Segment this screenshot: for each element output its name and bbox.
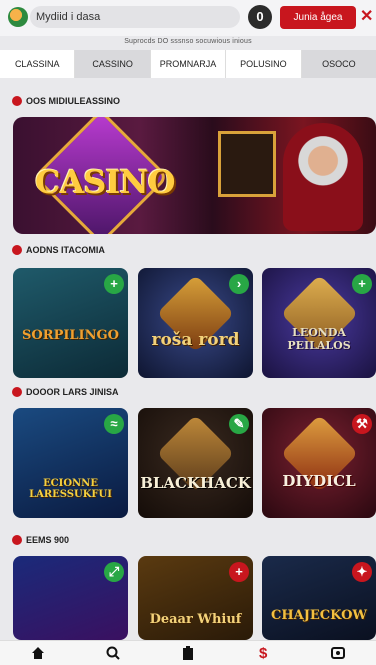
section-title: DOOOR LARS JINISA <box>12 387 119 397</box>
section-title: EEMS 900 <box>12 535 69 545</box>
plus-icon[interactable]: + <box>229 562 249 582</box>
user-button[interactable]: 0 <box>248 5 272 29</box>
casino-banner[interactable]: CASINO <box>13 117 376 234</box>
section-title-text: AODNS ITACOMIA <box>26 245 105 255</box>
game-title: LEONDA PEILALOS <box>287 326 351 352</box>
queen-character-image <box>283 123 363 231</box>
dollar-icon[interactable]: $ <box>253 643 273 663</box>
game-title: ECIONNE LARESSUKFUI <box>29 478 112 500</box>
plus-icon[interactable]: + <box>104 274 124 294</box>
game-card[interactable]: ≈ ECIONNE LARESSUKFUI <box>13 408 128 518</box>
slot-machine-image <box>218 131 276 197</box>
pin-icon[interactable]: ✎ <box>229 414 249 434</box>
tab-osoco[interactable]: OSOCO <box>301 50 376 78</box>
game-title: BLACKHACK <box>140 474 251 492</box>
section-dot-icon <box>12 387 22 397</box>
section-title-text: EEMS 900 <box>26 535 70 545</box>
section-title-text: DOOOR LARS JINISA <box>26 387 119 397</box>
game-title: DIYDICL <box>282 472 356 490</box>
tagline: Suprocds DO sssnso socuwious inious <box>124 38 252 45</box>
game-card[interactable]: ✎ BLACKHACK <box>138 408 253 518</box>
tab-polusino[interactable]: POLUSINO <box>226 50 302 78</box>
section-dot-icon <box>12 96 22 106</box>
home-icon[interactable] <box>28 643 48 663</box>
section-title: AODNS ITACOMIA <box>12 245 105 255</box>
top-bar: Mydiid i dasa 0 Junia ågea ✕ <box>0 0 376 36</box>
game-card[interactable]: ⤢ <box>13 556 128 640</box>
chevron-right-icon[interactable]: › <box>229 274 249 294</box>
game-title: CHAJECKOW <box>271 608 367 623</box>
game-card[interactable]: + Deaar Whiuf <box>138 556 253 640</box>
section-title: OOS MIDIULEASSINO <box>12 96 120 106</box>
tab-promnarja[interactable]: PROMNARJA <box>151 50 227 78</box>
search-icon[interactable] <box>103 643 123 663</box>
tab-cassino[interactable]: CASSINO <box>75 50 151 78</box>
game-title: SORPILINGO <box>22 328 119 343</box>
game-card[interactable]: ✦ CHAJECKOW <box>262 556 376 640</box>
brand-logo[interactable] <box>8 7 28 27</box>
hammer-icon[interactable]: ⚒ <box>352 414 372 434</box>
game-title: Deaar Whiuf <box>149 612 242 627</box>
game-card[interactable]: ⚒ DIYDICL <box>262 408 376 518</box>
flame-icon[interactable]: ✦ <box>352 562 372 582</box>
bottom-nav: $ <box>0 640 376 665</box>
section-title-text: OOS MIDIULEASSINO <box>26 96 121 106</box>
section-dot-icon <box>12 535 22 545</box>
game-card[interactable]: › roša rord <box>138 268 253 378</box>
plus-icon[interactable]: + <box>352 274 372 294</box>
game-card[interactable]: + LEONDA PEILALOS <box>262 268 376 378</box>
banner-title: CASINO <box>35 163 175 201</box>
clipboard-icon[interactable] <box>178 643 198 663</box>
game-title: roša rord <box>151 330 240 350</box>
game-card[interactable]: + SORPILINGO <box>13 268 128 378</box>
profile-icon[interactable] <box>328 643 348 663</box>
tab-classina[interactable]: CLASSINA <box>0 50 76 78</box>
chip-icon[interactable]: ≈ <box>104 414 124 434</box>
search-input[interactable]: Mydiid i dasa <box>30 6 240 28</box>
section-dot-icon <box>12 245 22 255</box>
expand-icon[interactable]: ⤢ <box>104 562 124 582</box>
join-button[interactable]: Junia ågea <box>280 6 356 29</box>
close-icon[interactable]: ✕ <box>360 7 376 27</box>
category-tabs: CLASSINA CASSINO PROMNARJA POLUSINO OSOC… <box>0 50 376 78</box>
